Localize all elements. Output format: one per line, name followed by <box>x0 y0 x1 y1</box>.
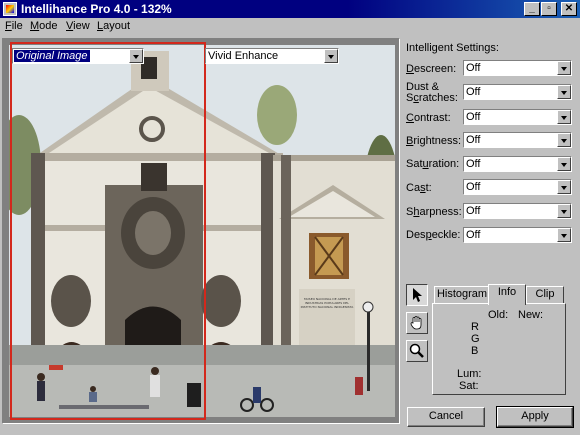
dust-scratches-value: Off <box>466 86 481 98</box>
sharpness-dropdown[interactable]: Off <box>463 203 572 219</box>
saturation-dropdown[interactable]: Off <box>463 156 572 172</box>
descreen-label: Descreen: <box>406 64 456 75</box>
menu-bar: File Mode View Layout <box>0 18 580 36</box>
label-mnemonic: C <box>406 112 414 124</box>
museum-sign: MUSEO NACIONAL DE ARTES E INDUSTRIAS POP… <box>300 297 354 309</box>
chevron-down-icon[interactable] <box>557 157 571 171</box>
menu-view-label: iew <box>73 20 90 32</box>
cancel-button-label: Cancel <box>428 410 464 422</box>
info-sat-label: Sat: <box>459 380 479 392</box>
label-part: ontrast: <box>413 112 451 124</box>
contrast-dropdown[interactable]: Off <box>463 109 572 125</box>
window-title: Intellihance Pro 4.0 - 132% <box>21 2 172 16</box>
pointer-tool-button[interactable] <box>406 284 428 306</box>
label-mnemonic: D <box>406 63 414 75</box>
apply-button-label: Apply <box>521 410 549 422</box>
hand-tool-button[interactable] <box>406 312 428 334</box>
menu-mode[interactable]: Mode <box>30 20 58 32</box>
app-icon[interactable] <box>3 2 17 16</box>
dust-scratches-label: Dust & Scratches: <box>406 82 458 104</box>
title-bar: Intellihance Pro 4.0 - 132% _ ▫ ✕ <box>0 0 580 18</box>
menu-mode-mnemonic: M <box>30 20 40 32</box>
label-part: arpness: <box>419 206 462 218</box>
magnifier-icon <box>409 343 424 358</box>
despeckle-label: Despeckle: <box>406 230 460 241</box>
saturation-value: Off <box>466 158 481 170</box>
menu-mode-label: ode <box>39 20 58 32</box>
info-old-label: Old: <box>488 309 509 321</box>
label-part: ration: <box>428 158 460 170</box>
left-preset-value: Original Image <box>14 50 90 62</box>
chevron-down-icon[interactable] <box>557 180 571 194</box>
contrast-label: Contrast: <box>406 113 451 124</box>
brightness-value: Off <box>466 134 481 146</box>
minimize-button[interactable]: _ <box>524 2 540 16</box>
chevron-down-icon[interactable] <box>557 110 571 124</box>
label-part: Ca <box>406 182 421 194</box>
menu-file-label: ile <box>11 20 23 32</box>
brightness-dropdown[interactable]: Off <box>463 132 572 148</box>
info-panel: Old: New: R G B Lum: Sat: <box>432 303 566 395</box>
apply-button[interactable]: Apply <box>496 406 574 428</box>
tab-clip[interactable]: Clip <box>526 286 564 304</box>
cast-dropdown[interactable]: Off <box>463 179 572 195</box>
info-new-label: New: <box>518 309 544 321</box>
label-part: escreen: <box>413 63 457 75</box>
label-part: eckle: <box>431 229 461 241</box>
tab-histogram-label: Histogram <box>436 288 488 300</box>
original-image-split-frame[interactable] <box>10 42 206 420</box>
label-part: Des <box>406 229 426 241</box>
chevron-down-icon[interactable] <box>324 49 338 63</box>
brightness-label: Brightness: <box>406 136 461 147</box>
info-b-label: B <box>471 345 479 357</box>
restore-button[interactable]: ▫ <box>541 2 557 16</box>
arrow-pointer-icon <box>413 288 422 302</box>
hand-icon <box>410 316 422 330</box>
chevron-down-icon[interactable] <box>557 204 571 218</box>
tab-info-label: Info <box>497 286 517 298</box>
info-lum-label: Lum: <box>457 368 482 380</box>
sharpness-label: Sharpness: <box>406 207 462 218</box>
chevron-down-icon[interactable] <box>557 85 571 99</box>
label-part: ratches: <box>418 92 458 104</box>
tab-histogram[interactable]: Histogram <box>434 286 490 304</box>
right-preset-dropdown[interactable]: Vivid Enhance <box>205 48 339 64</box>
menu-layout-label: ayout <box>103 20 131 32</box>
info-r-label: R <box>471 321 479 333</box>
descreen-value: Off <box>466 62 481 74</box>
label-part: t: <box>425 182 432 194</box>
right-preset-value: Vivid Enhance <box>208 50 279 62</box>
menu-view[interactable]: View <box>66 20 90 32</box>
chevron-down-icon[interactable] <box>129 49 143 63</box>
contrast-value: Off <box>466 111 481 123</box>
settings-title: Intelligent Settings: <box>406 42 499 54</box>
sharpness-value: Off <box>466 205 481 217</box>
label-part: Sat <box>406 158 423 170</box>
menu-file[interactable]: File <box>5 20 23 32</box>
info-tabs: Histogram Info Clip Old: New: R G B Lum:… <box>432 284 572 396</box>
cast-value: Off <box>466 181 481 193</box>
despeckle-value: Off <box>466 229 481 241</box>
tab-clip-label: Clip <box>535 288 555 300</box>
image-viewer: MUSEO NACIONAL DE ARTES E INDUSTRIAS POP… <box>2 38 400 424</box>
close-button[interactable]: ✕ <box>561 2 577 16</box>
saturation-label: Saturation: <box>406 159 459 170</box>
despeckle-dropdown[interactable]: Off <box>463 227 572 243</box>
menu-layout[interactable]: Layout <box>97 20 130 32</box>
dust-scratches-dropdown[interactable]: Off <box>463 84 572 100</box>
tab-info[interactable]: Info <box>488 284 526 305</box>
cancel-button[interactable]: Cancel <box>407 407 485 427</box>
descreen-dropdown[interactable]: Off <box>463 60 572 76</box>
zoom-tool-button[interactable] <box>406 340 428 362</box>
menu-file-mnemonic: F <box>5 20 12 32</box>
chevron-down-icon[interactable] <box>557 133 571 147</box>
left-preset-dropdown[interactable]: Original Image <box>12 48 144 64</box>
chevron-down-icon[interactable] <box>557 61 571 75</box>
cast-label: Cast: <box>406 183 432 194</box>
label-part: rightness: <box>413 135 462 147</box>
chevron-down-icon[interactable] <box>557 228 571 242</box>
info-g-label: G <box>471 333 480 345</box>
